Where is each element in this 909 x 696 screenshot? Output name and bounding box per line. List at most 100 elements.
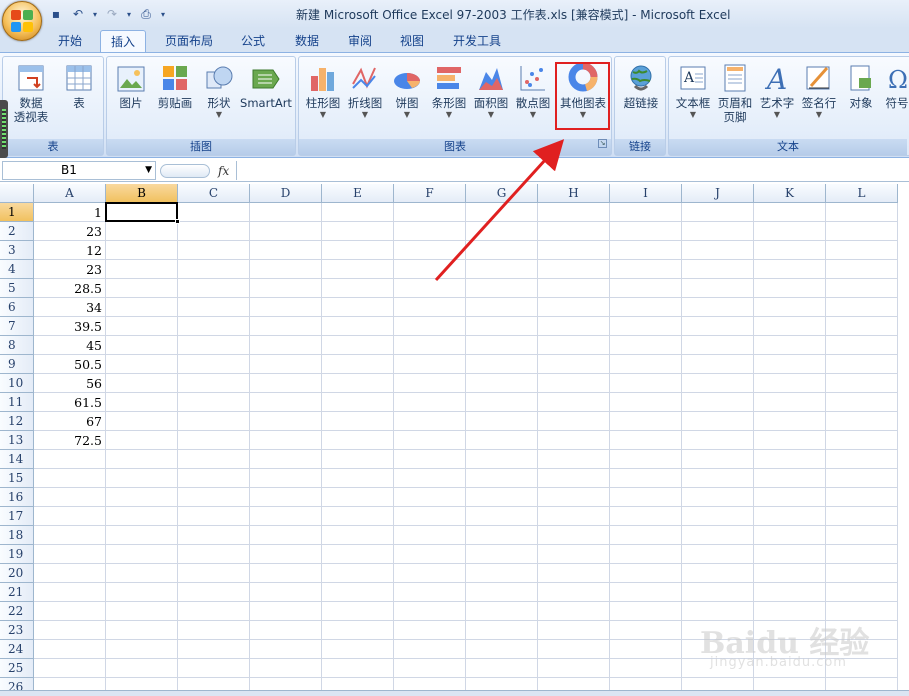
cell-e1[interactable] bbox=[322, 203, 394, 222]
cell-j5[interactable] bbox=[682, 279, 754, 298]
cell-h19[interactable] bbox=[538, 545, 610, 564]
redo-dropdown-icon[interactable]: ▾ bbox=[124, 5, 134, 23]
row-header-25[interactable]: 25 bbox=[0, 659, 34, 678]
cell-j4[interactable] bbox=[682, 260, 754, 279]
column-header-i[interactable]: I bbox=[610, 184, 682, 203]
cell-j17[interactable] bbox=[682, 507, 754, 526]
cell-c10[interactable] bbox=[178, 374, 250, 393]
cell-l3[interactable] bbox=[826, 241, 898, 260]
name-box-dropdown-icon[interactable]: ▼ bbox=[145, 162, 152, 179]
cell-j20[interactable] bbox=[682, 564, 754, 583]
cell-g24[interactable] bbox=[466, 640, 538, 659]
name-box[interactable]: B1 ▼ bbox=[2, 161, 156, 180]
cell-e11[interactable] bbox=[322, 393, 394, 412]
cell-l19[interactable] bbox=[826, 545, 898, 564]
cell-g14[interactable] bbox=[466, 450, 538, 469]
cell-g23[interactable] bbox=[466, 621, 538, 640]
cell-d16[interactable] bbox=[250, 488, 322, 507]
cell-a15[interactable] bbox=[34, 469, 106, 488]
cell-h20[interactable] bbox=[538, 564, 610, 583]
cell-b25[interactable] bbox=[106, 659, 178, 678]
cell-j2[interactable] bbox=[682, 222, 754, 241]
cell-d3[interactable] bbox=[250, 241, 322, 260]
cell-e19[interactable] bbox=[322, 545, 394, 564]
cell-l1[interactable] bbox=[826, 203, 898, 222]
cell-c2[interactable] bbox=[178, 222, 250, 241]
text-box-button[interactable]: A 文本框 ▼ bbox=[673, 60, 713, 132]
cell-h6[interactable] bbox=[538, 298, 610, 317]
pie-chart-button[interactable]: 饼图 ▼ bbox=[387, 60, 427, 132]
column-header-e[interactable]: E bbox=[322, 184, 394, 203]
cell-e10[interactable] bbox=[322, 374, 394, 393]
cell-i1[interactable] bbox=[610, 203, 682, 222]
cell-f17[interactable] bbox=[394, 507, 466, 526]
cell-d14[interactable] bbox=[250, 450, 322, 469]
cell-g8[interactable] bbox=[466, 336, 538, 355]
insert-function-icon[interactable]: fx bbox=[218, 164, 229, 178]
cell-i9[interactable] bbox=[610, 355, 682, 374]
cell-a23[interactable] bbox=[34, 621, 106, 640]
cell-h2[interactable] bbox=[538, 222, 610, 241]
tab-page-layout[interactable]: 页面布局 bbox=[155, 30, 223, 52]
cell-l8[interactable] bbox=[826, 336, 898, 355]
cell-b3[interactable] bbox=[106, 241, 178, 260]
row-header-1[interactable]: 1 bbox=[0, 203, 34, 222]
cell-f22[interactable] bbox=[394, 602, 466, 621]
row-header-16[interactable]: 16 bbox=[0, 488, 34, 507]
tab-home[interactable]: 开始 bbox=[48, 30, 92, 52]
cell-d19[interactable] bbox=[250, 545, 322, 564]
cell-b22[interactable] bbox=[106, 602, 178, 621]
cell-b6[interactable] bbox=[106, 298, 178, 317]
cell-h4[interactable] bbox=[538, 260, 610, 279]
cell-l13[interactable] bbox=[826, 431, 898, 450]
cell-k7[interactable] bbox=[754, 317, 826, 336]
cell-i19[interactable] bbox=[610, 545, 682, 564]
cell-a18[interactable] bbox=[34, 526, 106, 545]
tab-data[interactable]: 数据 bbox=[285, 30, 329, 52]
cell-k11[interactable] bbox=[754, 393, 826, 412]
cell-c7[interactable] bbox=[178, 317, 250, 336]
cell-h1[interactable] bbox=[538, 203, 610, 222]
column-header-c[interactable]: C bbox=[178, 184, 250, 203]
cell-h15[interactable] bbox=[538, 469, 610, 488]
cell-a14[interactable] bbox=[34, 450, 106, 469]
row-header-4[interactable]: 4 bbox=[0, 260, 34, 279]
cell-d18[interactable] bbox=[250, 526, 322, 545]
cell-b14[interactable] bbox=[106, 450, 178, 469]
undo-icon[interactable]: ↶ bbox=[68, 5, 88, 23]
signature-line-button[interactable]: 签名行 ▼ bbox=[799, 60, 839, 132]
cell-f25[interactable] bbox=[394, 659, 466, 678]
cell-i11[interactable] bbox=[610, 393, 682, 412]
cell-a5[interactable]: 28.5 bbox=[34, 279, 106, 298]
cell-i5[interactable] bbox=[610, 279, 682, 298]
cell-b24[interactable] bbox=[106, 640, 178, 659]
cell-h5[interactable] bbox=[538, 279, 610, 298]
cell-a10[interactable]: 56 bbox=[34, 374, 106, 393]
select-all-corner[interactable] bbox=[0, 184, 34, 203]
cell-h14[interactable] bbox=[538, 450, 610, 469]
office-button[interactable] bbox=[2, 1, 42, 41]
column-header-a[interactable]: A bbox=[34, 184, 106, 203]
cell-g25[interactable] bbox=[466, 659, 538, 678]
cell-g16[interactable] bbox=[466, 488, 538, 507]
cell-l6[interactable] bbox=[826, 298, 898, 317]
cell-c3[interactable] bbox=[178, 241, 250, 260]
row-header-10[interactable]: 10 bbox=[0, 374, 34, 393]
cell-f21[interactable] bbox=[394, 583, 466, 602]
cell-a24[interactable] bbox=[34, 640, 106, 659]
cell-g12[interactable] bbox=[466, 412, 538, 431]
cell-f18[interactable] bbox=[394, 526, 466, 545]
cell-g4[interactable] bbox=[466, 260, 538, 279]
cell-c15[interactable] bbox=[178, 469, 250, 488]
cell-g10[interactable] bbox=[466, 374, 538, 393]
cell-j18[interactable] bbox=[682, 526, 754, 545]
cell-h23[interactable] bbox=[538, 621, 610, 640]
row-header-6[interactable]: 6 bbox=[0, 298, 34, 317]
cell-f7[interactable] bbox=[394, 317, 466, 336]
line-chart-button[interactable]: 折线图 ▼ bbox=[345, 60, 385, 132]
row-header-21[interactable]: 21 bbox=[0, 583, 34, 602]
cell-i7[interactable] bbox=[610, 317, 682, 336]
cell-d5[interactable] bbox=[250, 279, 322, 298]
cell-f5[interactable] bbox=[394, 279, 466, 298]
cell-i14[interactable] bbox=[610, 450, 682, 469]
